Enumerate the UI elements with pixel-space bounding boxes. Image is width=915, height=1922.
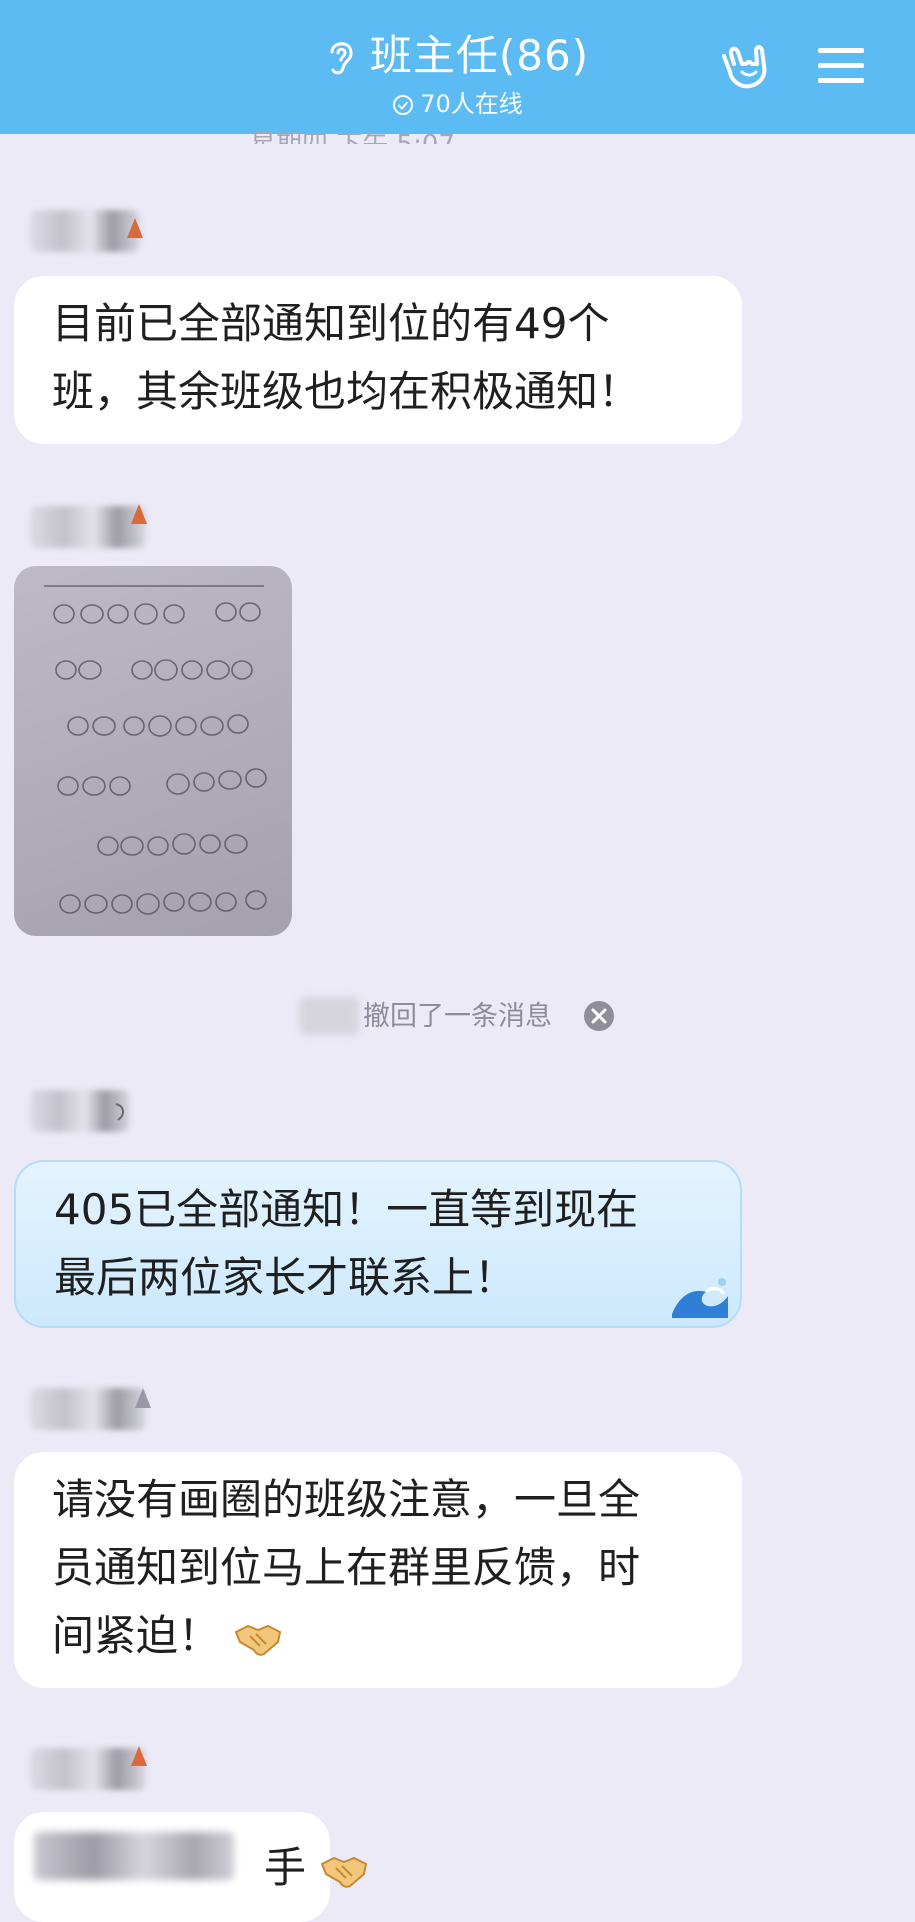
message-line: 405已全部通知！一直等到现在 bbox=[54, 1185, 639, 1234]
message-line: 请没有画圈的班级注意，一旦全 bbox=[52, 1475, 641, 1524]
message-bubble[interactable]: 请没有画圈的班级注意，一旦全 员通知到位马上在群里反馈，时 间紧迫！ bbox=[14, 1452, 742, 1688]
check-circle-icon bbox=[393, 95, 414, 115]
message-text-suffix: 手 bbox=[264, 1843, 307, 1892]
blurred-text bbox=[34, 1832, 234, 1880]
online-status[interactable]: 70人在线 bbox=[0, 84, 915, 119]
handshake-icon bbox=[320, 1856, 368, 1888]
rock-gesture-icon[interactable] bbox=[716, 42, 772, 94]
level-badge-icon bbox=[131, 1746, 147, 1766]
timestamp: 星期四 下午 5:07 bbox=[250, 124, 455, 144]
chat-title: 班主任(86) bbox=[369, 31, 590, 80]
title-row[interactable]: 班主任(86) bbox=[0, 22, 915, 83]
message-line: 间紧迫！ bbox=[52, 1611, 221, 1660]
close-circle-icon[interactable] bbox=[582, 999, 616, 1033]
photo-content bbox=[44, 585, 267, 915]
recall-notice: 撤回了一条消息 bbox=[0, 994, 915, 1035]
level-badge-icon bbox=[115, 1103, 124, 1121]
wave-decoration-icon bbox=[672, 1278, 728, 1318]
message-bubble[interactable]: 目前已全部通知到位的有49个 班，其余班级也均在积极通知！ bbox=[14, 276, 742, 444]
handshake-icon bbox=[234, 1624, 282, 1656]
recaller-name-blurred bbox=[299, 997, 359, 1035]
level-badge-icon bbox=[131, 504, 147, 524]
message-line: 员通知到位马上在群里反馈，时 bbox=[52, 1543, 641, 1592]
handwritten-checklist-photo[interactable] bbox=[14, 566, 292, 936]
online-count: 70人在线 bbox=[420, 90, 523, 118]
recall-text: 撤回了一条消息 bbox=[363, 1001, 552, 1032]
message-line: 最后两位家长才联系上！ bbox=[54, 1253, 517, 1302]
message-line: 班，其余班级也均在积极通知！ bbox=[52, 367, 641, 416]
sender-name-blurred[interactable] bbox=[30, 1388, 146, 1430]
ear-icon[interactable] bbox=[326, 36, 356, 76]
menu-icon[interactable] bbox=[816, 44, 866, 88]
chat-header: 班主任(86) 70人在线 bbox=[0, 0, 915, 134]
message-line: 目前已全部通知到位的有49个 bbox=[52, 299, 610, 348]
level-badge-icon bbox=[127, 218, 143, 238]
message-bubble[interactable]: 405已全部通知！一直等到现在 最后两位家长才联系上！ bbox=[14, 1160, 742, 1328]
level-badge-icon bbox=[135, 1388, 151, 1408]
